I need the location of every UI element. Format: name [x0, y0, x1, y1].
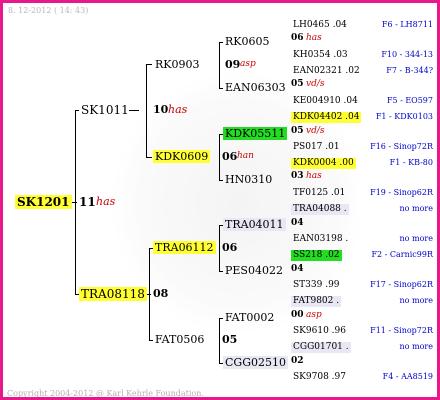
l4-4-side[interactable]: F5 - EO597	[387, 97, 433, 105]
l4-12-id[interactable]: ST339 .99	[291, 280, 342, 291]
ggp-5-num: 04	[291, 218, 304, 228]
gp-2-num: 06	[222, 150, 238, 163]
parent-1-breed: has	[168, 103, 188, 116]
ggp-7-num: 00	[291, 310, 304, 320]
parent-2-num: 08	[153, 287, 169, 300]
gp-1-num: 09	[225, 58, 241, 71]
l4-10-side[interactable]: no more	[400, 235, 433, 243]
l4-8-id[interactable]: TF0125 .01	[291, 188, 347, 199]
ggp-5-id[interactable]: TRA04011	[223, 218, 286, 231]
l4-13-id[interactable]: FAT9802 .	[291, 296, 342, 307]
root-breed: has	[96, 195, 116, 208]
gp-2-id[interactable]: KDK0609	[153, 150, 211, 163]
ggp-6-id[interactable]: PES04022	[223, 264, 285, 277]
l4-16-id[interactable]: SK9708 .97	[291, 372, 348, 383]
gp-4-num: 05	[222, 333, 238, 346]
l4-15-id[interactable]: CGG01701 .	[291, 342, 351, 353]
l4-13-side[interactable]: no more	[400, 297, 433, 305]
ggp-8-num: 02	[291, 356, 304, 366]
line-gp4-v	[219, 318, 220, 363]
l4-3-id[interactable]: EAN02321 .02	[291, 66, 362, 77]
ggp-1-num: 06	[291, 33, 304, 43]
l4-6-id[interactable]: PS017 .01	[291, 142, 342, 153]
ggp-6-num: 04	[291, 264, 304, 274]
ggp-3-id[interactable]: KDK05511	[223, 127, 288, 140]
parent-1-num: 10	[153, 103, 169, 116]
l4-8-side[interactable]: F19 - Sinop62R	[370, 189, 433, 197]
parent-2-id[interactable]: TRA08118	[79, 287, 147, 301]
l4-12-side[interactable]: F17 - Sinop62R	[370, 281, 433, 289]
line-gp2	[146, 157, 152, 158]
l4-2-id[interactable]: KH0354 .03	[291, 50, 350, 61]
gp-3-id[interactable]: TRA06112	[153, 241, 216, 254]
gp-1-breed: asp	[240, 59, 256, 69]
timestamp: 8. 12-2012 ( 14: 43)	[8, 6, 89, 15]
ggp-4-id[interactable]: HN0310	[223, 173, 274, 186]
parent-1-id[interactable]: SK1011	[79, 103, 131, 117]
ggp-8-id[interactable]: CGG02510	[223, 356, 288, 369]
l4-16-side[interactable]: F4 - AA8519	[383, 373, 433, 381]
ggp-2-num: 05	[291, 79, 304, 89]
l4-9-id[interactable]: TRA04088 .	[291, 204, 349, 215]
l4-11-id[interactable]: SS218 .02	[291, 250, 342, 261]
l4-1-side[interactable]: F6 - LH8711	[382, 21, 433, 29]
line-gp2-v	[219, 134, 220, 180]
gp-1-id[interactable]: RK0903	[153, 58, 202, 71]
ggp-7-breed: asp	[306, 310, 322, 320]
line-gp1-v	[219, 42, 220, 88]
line-gp3-v	[219, 225, 220, 271]
line-gp1	[146, 64, 152, 65]
ggp-3-num: 05	[291, 126, 304, 136]
l4-2-side[interactable]: F10 - 344-13	[381, 51, 433, 59]
gp-2-breed: han	[237, 151, 254, 161]
l4-3-side[interactable]: F7 - B-344?	[386, 67, 433, 75]
ggp-3-breed: vd/s	[306, 126, 325, 136]
l4-5-id[interactable]: KDK04402 .04	[291, 112, 362, 123]
l4-5-side[interactable]: F1 - KDK0103	[376, 113, 433, 121]
line-p1-v	[146, 64, 147, 157]
l4-1-id[interactable]: LH0465 .04	[291, 20, 349, 31]
ggp-2-id[interactable]: EAN06303	[223, 81, 288, 94]
l4-7-id[interactable]: KDK0004 .00	[291, 158, 356, 169]
l4-7-side[interactable]: F1 - KB-80	[390, 159, 433, 167]
root-num: 11	[79, 195, 96, 209]
line-root-v	[75, 110, 76, 294]
ggp-4-breed: has	[306, 171, 322, 181]
gp-4-id[interactable]: FAT0506	[153, 333, 206, 346]
pedigree-frame: 8. 12-2012 ( 14: 43) SK1201 11 has SK101…	[0, 0, 440, 400]
gp-3-num: 06	[222, 241, 238, 254]
ggp-7-id[interactable]: FAT0002	[223, 311, 276, 324]
line-p2-v	[149, 248, 150, 340]
l4-14-id[interactable]: SK9610 .96	[291, 326, 348, 337]
l4-10-id[interactable]: EAN03198 .	[291, 234, 350, 245]
l4-15-side[interactable]: no more	[400, 343, 433, 351]
l4-6-side[interactable]: F16 - Sinop72R	[370, 143, 433, 151]
ggp-1-id[interactable]: RK0605	[223, 35, 272, 48]
root-id[interactable]: SK1201	[15, 195, 72, 209]
copyright: Copyright 2004-2012 @ Karl Kehrle Founda…	[7, 389, 204, 398]
l4-9-side[interactable]: no more	[400, 205, 433, 213]
ggp-1-breed: has	[306, 33, 322, 43]
l4-14-side[interactable]: F11 - Sinop72R	[370, 327, 433, 335]
ggp-2-breed: vd/s	[306, 79, 325, 89]
ggp-4-num: 03	[291, 171, 304, 181]
l4-11-side[interactable]: F2 - Carnic99R	[371, 251, 433, 259]
l4-4-id[interactable]: KE004910 .04	[291, 96, 360, 107]
